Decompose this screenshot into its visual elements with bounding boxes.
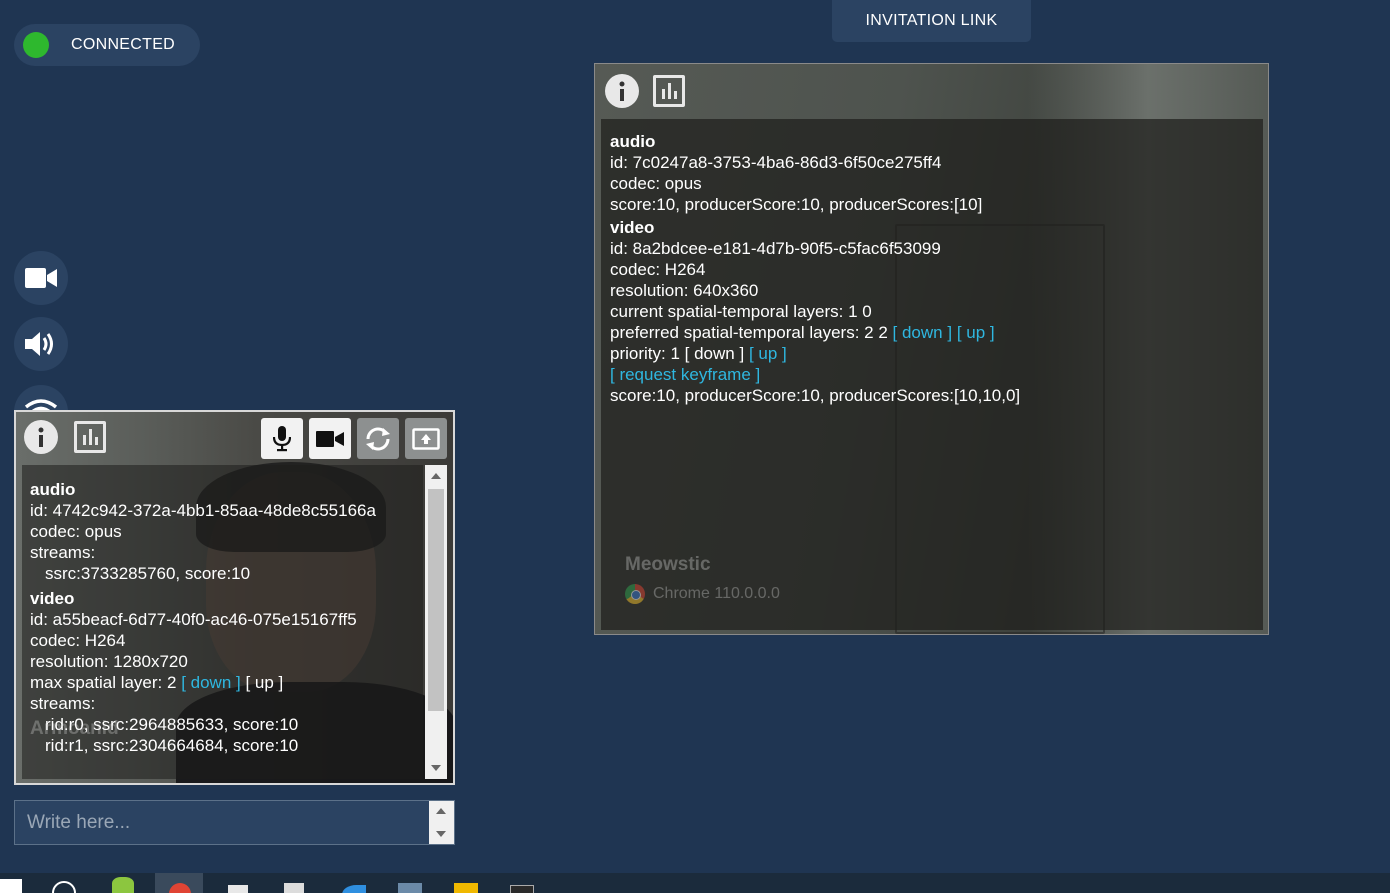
spatial-down-link[interactable]: [ down ] [181, 673, 241, 692]
connection-label: CONNECTED [71, 36, 176, 53]
scroll-thumb[interactable] [428, 489, 444, 711]
scroll-up-icon[interactable] [436, 808, 446, 814]
video-id: id: 8a2bdcee-e181-4d7b-90f5-c5fac6f53099 [610, 239, 941, 258]
current-layers: current spatial-temporal layers: 1 0 [610, 302, 872, 321]
video-score: score:10, producerScore:10, producerScor… [610, 386, 1021, 405]
stats-scrollbar[interactable] [425, 465, 447, 779]
max-spatial-layer: max spatial layer: 2 [30, 673, 177, 692]
chrome-icon [625, 584, 645, 604]
audio-streams: streams: [30, 543, 96, 562]
app-icon-doc[interactable] [228, 885, 248, 893]
audio-codec: codec: opus [30, 522, 122, 541]
app-icon-terminal[interactable] [510, 885, 534, 893]
share-screen-button[interactable] [405, 418, 447, 459]
speaker-icon [25, 332, 53, 356]
video-codec: codec: H264 [30, 631, 126, 650]
request-keyframe-link[interactable]: [ request keyframe ] [610, 364, 1254, 385]
app-icon-image[interactable] [398, 883, 422, 893]
app-icon-mail[interactable] [454, 883, 478, 893]
scroll-down-icon[interactable] [436, 831, 446, 837]
microphone-icon [273, 425, 291, 451]
local-stats-chart-icon[interactable] [74, 421, 106, 453]
scroll-up-icon[interactable] [431, 473, 441, 479]
audio-id: id: 7c0247a8-3753-4ba6-86d3-6f50ce275ff4 [610, 153, 942, 172]
switch-camera-button[interactable] [357, 418, 399, 459]
camera-toggle-button[interactable] [14, 251, 68, 305]
taskbar-active-app[interactable] [155, 873, 203, 893]
video-camera-icon [316, 430, 344, 447]
audio-heading: audio [30, 480, 76, 499]
app-icon-notepad[interactable] [284, 883, 304, 893]
audio-score: score:10, producerScore:10, producerScor… [610, 195, 983, 214]
layer-up-link[interactable]: [ up ] [957, 323, 995, 342]
audio-heading: audio [610, 132, 656, 151]
video-streams: streams: [30, 694, 96, 713]
app-icon-blue[interactable] [342, 885, 366, 893]
refresh-icon [366, 427, 390, 450]
local-peer-name: Armoanid [30, 718, 119, 739]
chat-scrollbar[interactable] [429, 801, 454, 844]
spatial-up: [ up ] [245, 673, 284, 692]
remote-peer-name: Meowstic [625, 554, 711, 575]
local-media-controls [261, 418, 447, 459]
video-heading: video [30, 589, 75, 608]
preferred-layers: preferred spatial-temporal layers: 2 2 [610, 323, 888, 342]
remote-peer-video: audio id: 7c0247a8-3753-4ba6-86d3-6f50ce… [594, 63, 1269, 635]
max-spatial-row: max spatial layer: 2 [ down ] [ up ] [30, 672, 415, 693]
video-codec: codec: H264 [610, 260, 706, 279]
toggle-camera-button[interactable] [309, 418, 351, 459]
chrome-icon [169, 883, 191, 893]
connection-status: CONNECTED [14, 24, 200, 66]
audio-stream-item: ssrc:3733285760, score:10 [45, 564, 251, 583]
priority-down: [ down ] [684, 344, 745, 363]
info-icon[interactable] [605, 74, 639, 108]
video-resolution: resolution: 640x360 [610, 281, 759, 300]
app-icon-green[interactable] [112, 877, 134, 893]
local-info-icon[interactable] [24, 420, 58, 454]
priority-up-link[interactable]: [ up ] [749, 344, 787, 363]
priority-row: priority: 1 [ down ] [ up ] [610, 343, 1254, 364]
priority: priority: 1 [610, 344, 680, 363]
preferred-layers-row: preferred spatial-temporal layers: 2 2 [… [610, 322, 1254, 343]
status-dot-icon [23, 32, 49, 58]
search-icon[interactable] [52, 881, 76, 893]
video-resolution: resolution: 1280x720 [30, 652, 188, 671]
video-heading: video [610, 218, 655, 237]
os-taskbar [0, 873, 1390, 893]
chat-box [14, 800, 455, 845]
mute-mic-button[interactable] [261, 418, 303, 459]
scroll-down-icon[interactable] [431, 765, 441, 771]
audio-id: id: 4742c942-372a-4bb1-85aa-48de8c55166a [30, 501, 376, 520]
video-id: id: a55beacf-6d77-40f0-ac46-075e15167ff5 [30, 610, 357, 629]
remote-peer-device: Chrome 110.0.0.0 [625, 584, 780, 604]
layer-down-link[interactable]: [ down ] [893, 323, 953, 342]
video-camera-icon [25, 268, 57, 288]
remote-device-label: Chrome 110.0.0.0 [653, 585, 780, 602]
speaker-toggle-button[interactable] [14, 317, 68, 371]
windows-start-icon[interactable] [0, 879, 22, 893]
invitation-link-button[interactable]: INVITATION LINK [832, 0, 1031, 42]
chat-input[interactable] [15, 801, 429, 844]
stats-chart-icon[interactable] [653, 75, 685, 107]
local-peer-video: audio id: 4742c942-372a-4bb1-85aa-48de8c… [14, 410, 455, 785]
audio-codec: codec: opus [610, 174, 702, 193]
share-screen-icon [412, 427, 440, 450]
